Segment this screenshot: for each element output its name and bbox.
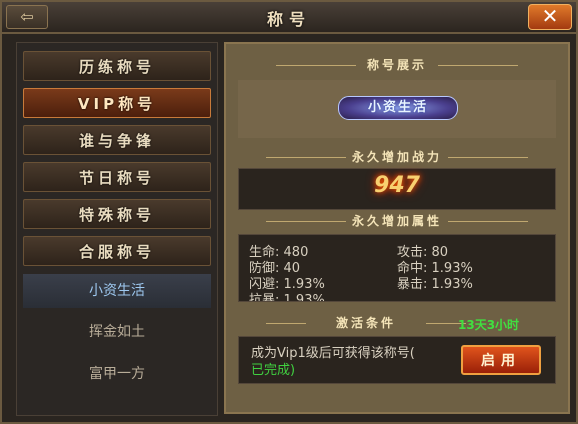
attr-panel: 生命: 480 攻击: 80 防御: 40 命中: 1.93% 闪避: 1.93… <box>238 234 556 302</box>
category-tab-festival[interactable]: 节日称号 <box>23 162 211 192</box>
divider <box>266 323 306 324</box>
power-value: 947 <box>374 173 420 198</box>
badge-area: 小资生活 <box>238 80 556 138</box>
power-panel: 947 <box>238 168 556 210</box>
close-button[interactable]: ✕ <box>528 4 572 30</box>
attr-crit: 暴击: 1.93% <box>397 277 473 292</box>
attr-header-label: 永久增加属性 <box>351 214 442 228</box>
category-tab-contest[interactable]: 谁与争锋 <box>23 125 211 155</box>
title-item-selected[interactable]: 小资生活 <box>23 274 211 308</box>
divider <box>266 157 346 158</box>
timer-text: 13天3小时 <box>458 318 520 332</box>
category-tab-special[interactable]: 特殊称号 <box>23 199 211 229</box>
detail-panel: 称号展示 小资生活 永久增加战力 947 永久增加属性 生命: 480 攻击: … <box>224 42 570 414</box>
cond-status: 已完成) <box>251 363 296 378</box>
title-bar: ⇦ 称号 ✕ <box>2 2 576 34</box>
title-window: ⇦ 称号 ✕ 历练称号 VIP称号 谁与争锋 节日称号 特殊称号 合服称号 小资… <box>0 0 578 424</box>
enable-button[interactable]: 启用 <box>461 345 541 375</box>
power-header: 永久增加战力 <box>226 148 568 166</box>
divider <box>266 221 346 222</box>
display-header: 称号展示 <box>226 56 568 74</box>
cond-header: 激活条件 <box>266 314 466 332</box>
cond-header-label: 激活条件 <box>335 316 396 330</box>
title-item[interactable]: 富甲一方 <box>23 357 211 391</box>
divider <box>448 157 528 158</box>
attr-anticrit: 抗暴: 1.93% <box>249 293 325 302</box>
divider <box>276 65 356 66</box>
title-item[interactable]: 挥金如土 <box>23 315 211 349</box>
title-badge: 小资生活 <box>338 96 458 120</box>
sidebar: 历练称号 VIP称号 谁与争锋 节日称号 特殊称号 合服称号 小资生活 挥金如土… <box>16 42 218 416</box>
cond-requirement: 成为Vip1级后可获得该称号( <box>251 346 415 361</box>
attr-header: 永久增加属性 <box>226 212 568 230</box>
category-tab-vip[interactable]: VIP称号 <box>23 88 211 118</box>
window-title: 称号 <box>266 10 311 29</box>
cond-panel: 成为Vip1级后可获得该称号( 已完成) 启用 <box>238 336 556 384</box>
close-icon: ✕ <box>541 4 559 28</box>
display-header-label: 称号展示 <box>366 58 427 72</box>
divider <box>438 65 518 66</box>
category-tab-merge[interactable]: 合服称号 <box>23 236 211 266</box>
category-tab-training[interactable]: 历练称号 <box>23 51 211 81</box>
divider <box>448 221 528 222</box>
power-header-label: 永久增加战力 <box>351 150 442 164</box>
cond-text: 成为Vip1级后可获得该称号( 已完成) <box>251 345 451 379</box>
